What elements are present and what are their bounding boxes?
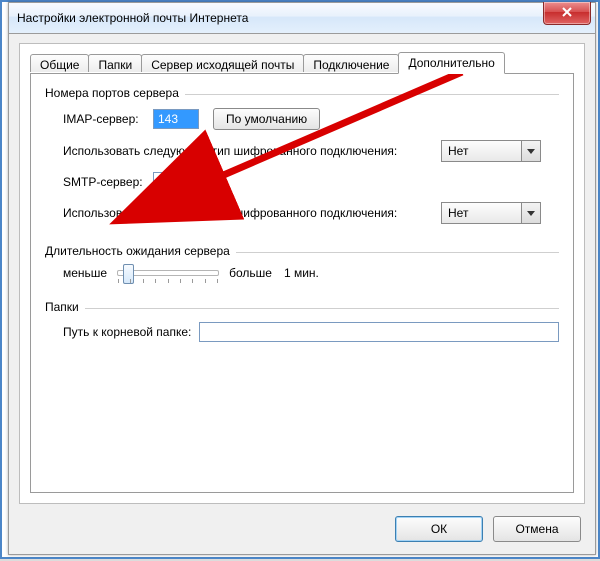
root-folder-label: Путь к корневой папке: xyxy=(63,325,191,339)
chevron-down-icon xyxy=(521,141,540,161)
root-folder-input[interactable] xyxy=(199,322,559,342)
imap-encryption-value: Нет xyxy=(448,144,468,158)
ok-button[interactable]: ОК xyxy=(395,516,483,542)
tab-folders[interactable]: Папки xyxy=(88,54,142,72)
default-ports-button[interactable]: По умолчанию xyxy=(213,108,320,130)
imap-port-input[interactable] xyxy=(153,109,199,129)
group-server-ports: Номера портов сервера IMAP-сервер: По ум… xyxy=(45,86,559,238)
group-timeout: Длительность ожидания сервера меньше бол… xyxy=(45,244,559,294)
tab-general[interactable]: Общие xyxy=(30,54,89,72)
group-title-ports: Номера портов сервера xyxy=(45,86,185,100)
smtp-port-label: SMTP-сервер: xyxy=(63,175,153,189)
smtp-encryption-value: Нет xyxy=(448,206,468,220)
cancel-button[interactable]: Отмена xyxy=(493,516,581,542)
tab-outgoing-server[interactable]: Сервер исходящей почты xyxy=(141,54,304,72)
chevron-down-icon xyxy=(521,203,540,223)
dialog-frame: Настройки электронной почты Интернета Об… xyxy=(8,2,596,555)
imap-encryption-select[interactable]: Нет xyxy=(441,140,541,162)
timeout-value: 1 мин. xyxy=(284,266,319,280)
smtp-port-input[interactable] xyxy=(153,172,199,192)
imap-encryption-label: Использовать следующий тип шифрованного … xyxy=(63,144,433,158)
group-folders: Папки Путь к корневой папке: xyxy=(45,300,559,356)
timeout-less-label: меньше xyxy=(63,266,107,280)
tab-strip: Общие Папки Сервер исходящей почты Подкл… xyxy=(30,52,574,74)
tab-advanced[interactable]: Дополнительно xyxy=(398,52,504,74)
group-title-folders: Папки xyxy=(45,300,85,314)
group-title-timeout: Длительность ожидания сервера xyxy=(45,244,236,258)
dialog-footer: ОК Отмена xyxy=(395,516,581,542)
tab-connection[interactable]: Подключение xyxy=(303,54,399,72)
timeout-slider[interactable] xyxy=(117,270,219,276)
window-title: Настройки электронной почты Интернета xyxy=(17,11,248,25)
close-button[interactable] xyxy=(543,2,591,25)
tab-panel-advanced: Номера портов сервера IMAP-сервер: По ум… xyxy=(30,73,574,493)
timeout-more-label: больше xyxy=(229,266,272,280)
smtp-encryption-label: Использовать следующий тип шифрованного … xyxy=(63,206,433,220)
smtp-encryption-select[interactable]: Нет xyxy=(441,202,541,224)
content-area: Общие Папки Сервер исходящей почты Подкл… xyxy=(19,43,585,504)
imap-port-label: IMAP-сервер: xyxy=(63,112,153,126)
title-bar: Настройки электронной почты Интернета xyxy=(9,3,595,34)
close-icon xyxy=(561,6,573,21)
